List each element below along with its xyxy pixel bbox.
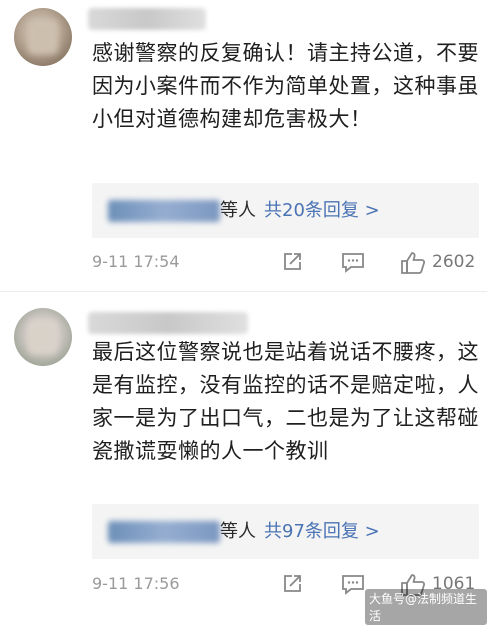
reply-usernames-redacted [108,200,220,222]
username-redacted[interactable] [88,8,206,30]
comment-icon[interactable] [340,572,366,600]
comment-item: 感谢警察的反复确认！请主持公道，不要因为小案件而不作为简单处置，这种事虽小但对道… [0,0,487,292]
share-icon[interactable] [280,572,304,600]
share-icon[interactable] [280,250,304,278]
comment-time: 9-11 17:56 [92,574,180,593]
comment-icon[interactable] [340,250,366,278]
replies-preview[interactable]: 等人 共97条回复 > [92,504,479,559]
thumbs-up-icon[interactable] [399,250,427,280]
replies-etc-label: 等人 [220,200,256,221]
comment-text: 最后这位警察说也是站着说话不腰疼，这是有监控，没有监控的话不是赔定啦，人家一是为… [92,340,479,463]
username-redacted[interactable] [88,312,248,334]
replies-count-link[interactable]: 共97条回复 > [264,517,380,543]
avatar[interactable] [14,308,72,366]
replies-preview[interactable]: 等人 共20条回复 > [92,183,479,238]
comment-time: 9-11 17:54 [92,252,180,271]
avatar[interactable] [14,8,72,66]
comment-meta: 9-11 17:54 2602 [92,248,477,278]
comment-text: 感谢警察的反复确认！请主持公道，不要因为小案件而不作为简单处置，这种事虽小但对道… [92,41,479,131]
reply-usernames-redacted [108,521,220,543]
replies-count-link[interactable]: 共20条回复 > [264,196,380,222]
replies-etc-label: 等人 [220,521,256,542]
like-count: 2602 [432,252,476,272]
comment-item: 最后这位警察说也是站着说话不腰疼，这是有监控，没有监控的话不是赔定啦，人家一是为… [0,292,487,612]
watermark: 大鱼号@法制频道生活 [365,589,487,625]
